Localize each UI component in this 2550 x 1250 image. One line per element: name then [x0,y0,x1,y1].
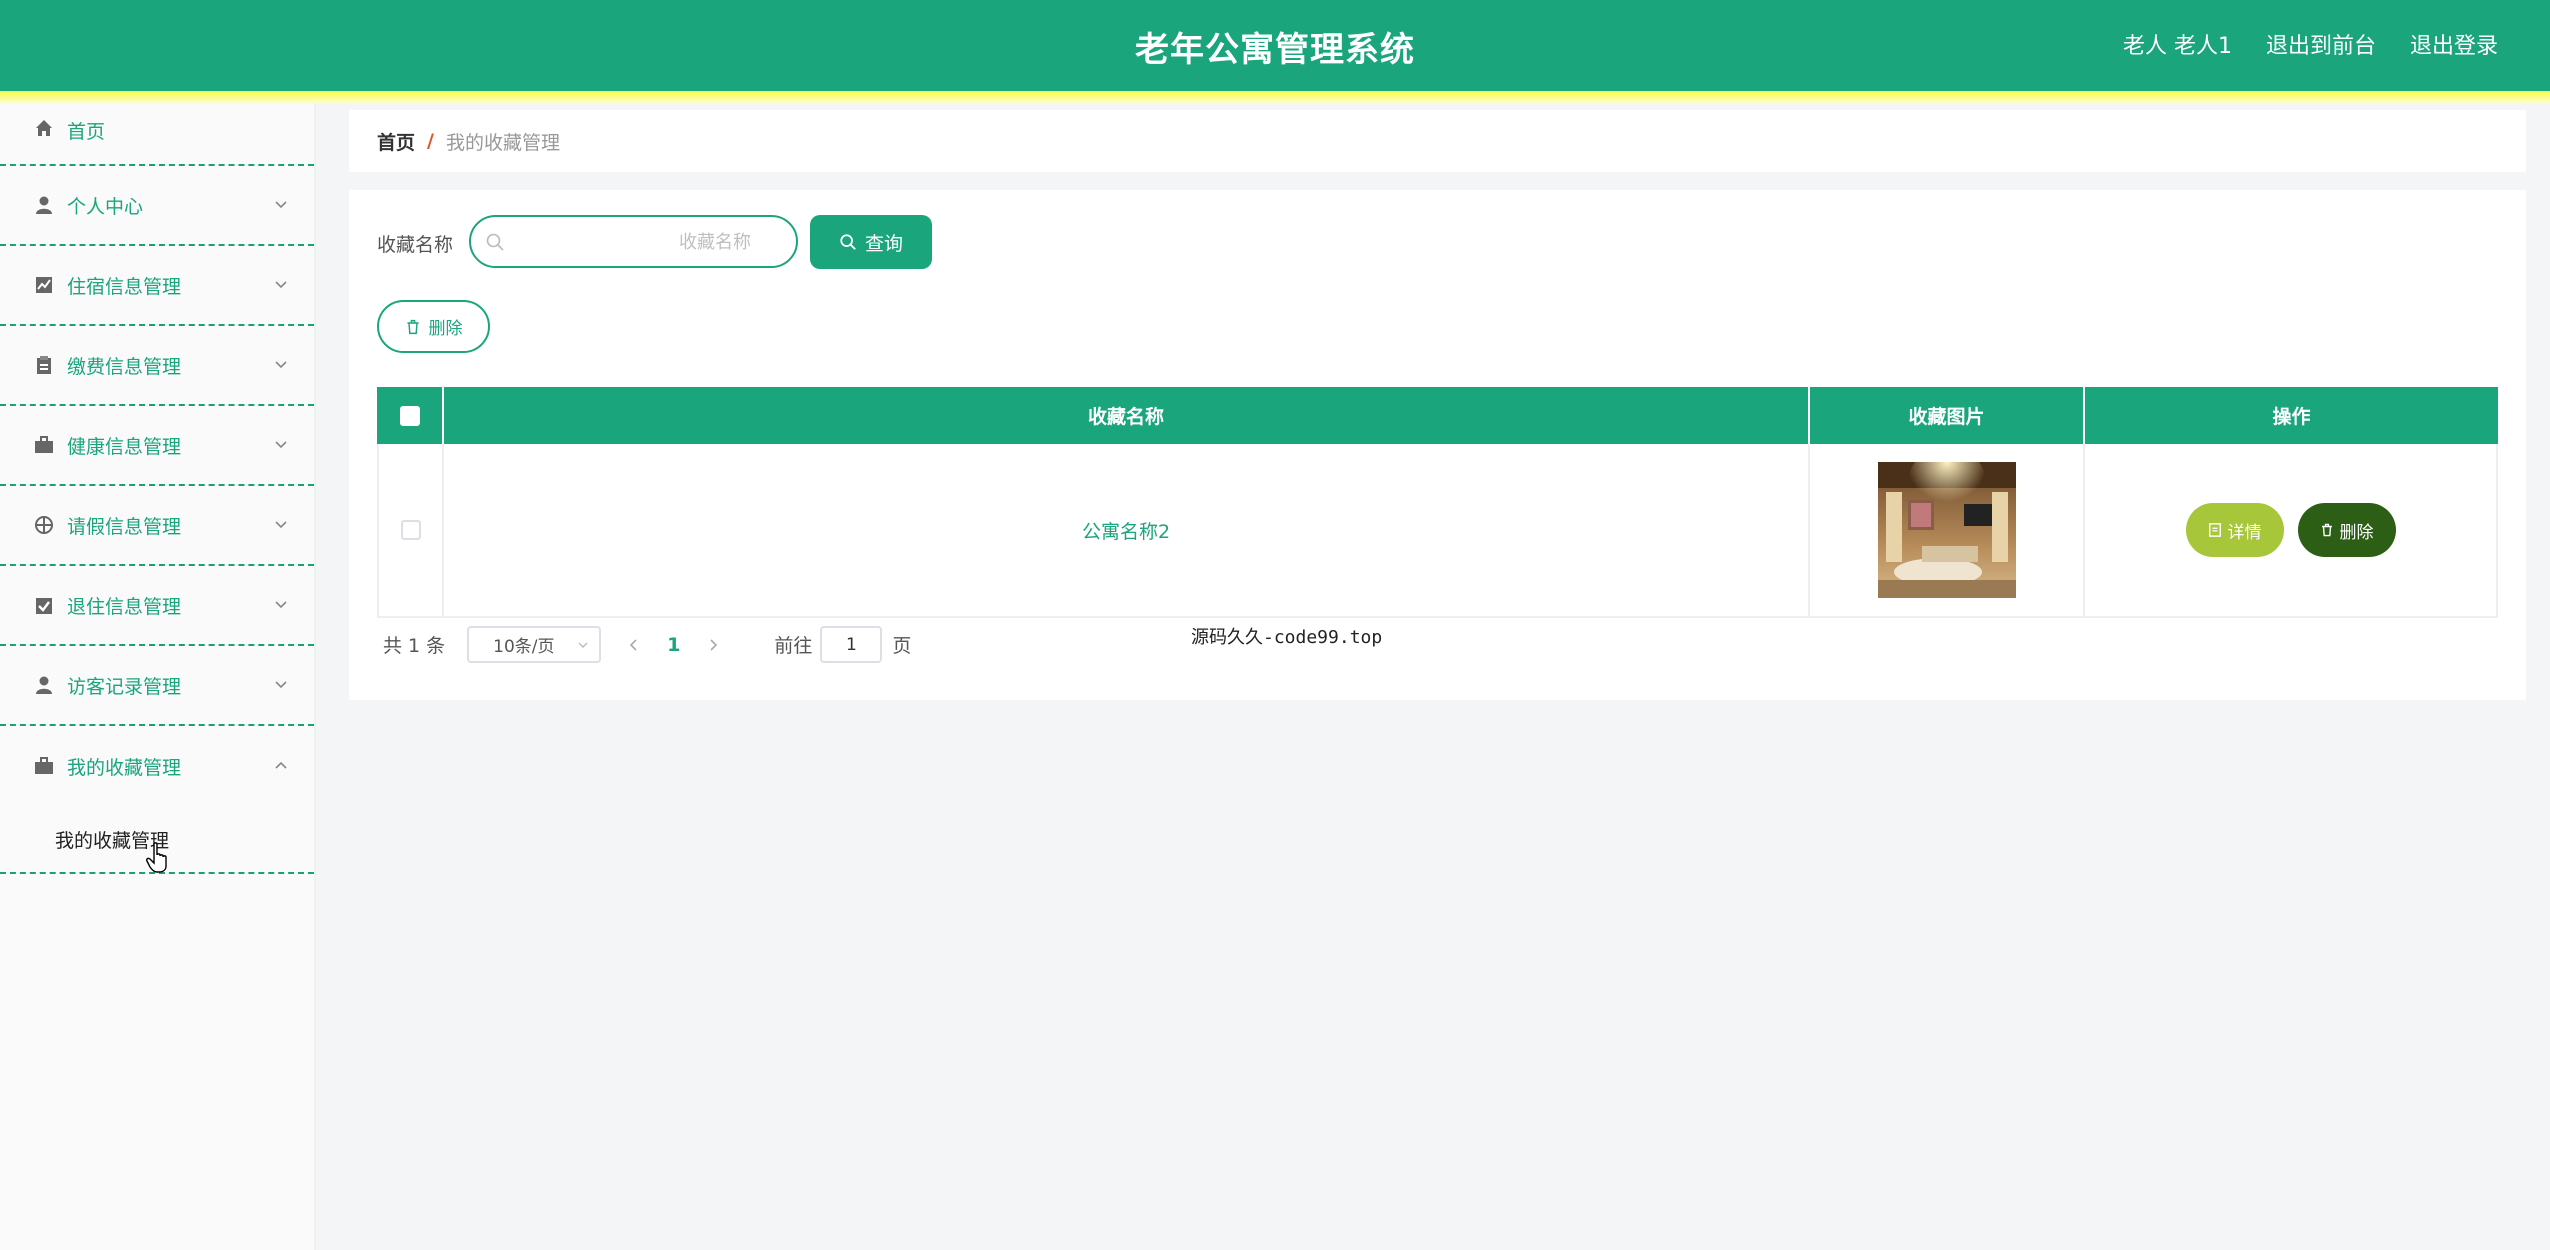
header-stripe [0,91,2550,103]
logout-link[interactable]: 退出登录 [2410,28,2498,60]
detail-button[interactable]: 详情 [2185,503,2284,557]
back-to-frontend-link[interactable]: 退出到前台 [2266,28,2376,60]
select-all-checkbox[interactable] [399,405,420,426]
sidebar-item-checkout[interactable]: 退住信息管理 [0,566,314,646]
sidebar-item-label: 住宿信息管理 [67,275,182,298]
total-count: 共 1 条 [383,635,446,657]
search-icon [486,233,504,251]
table-row: 公寓名称2 详情 删除 [377,444,2498,618]
actions-cell: 详情 删除 [2085,444,2498,616]
chevron-up-icon [275,761,287,769]
crosshair-icon [33,514,55,536]
checklist-icon [33,594,55,616]
next-page-icon[interactable] [706,638,720,652]
sidebar-item-lodging[interactable]: 住宿信息管理 [0,246,314,326]
column-header-image: 收藏图片 [1810,387,2085,444]
row-checkbox-cell [377,444,444,616]
sidebar-item-personal-center[interactable]: 个人中心 [0,166,314,246]
batch-delete-button[interactable]: 删除 [377,300,490,353]
sidebar-item-label: 退住信息管理 [67,595,182,618]
batch-delete-label: 删除 [428,319,463,339]
chevron-down-icon [275,361,287,369]
column-header-actions: 操作 [2272,406,2311,428]
breadcrumb-home[interactable]: 首页 [377,128,415,155]
sidebar-item-label: 首页 [67,121,106,143]
chevron-down-icon [275,441,287,449]
row-delete-button[interactable]: 删除 [2297,503,2396,557]
apartment-interior-photo[interactable] [1877,462,2016,598]
briefcase-icon [33,434,55,456]
goto-page-input[interactable] [820,626,883,663]
prev-page-icon[interactable] [627,638,641,652]
briefcase-icon [33,755,55,777]
sidebar: 首页 个人中心 住宿信息管理 缴费信息管理 健康信息管理 请假信息管理 退住信息… [0,103,316,1250]
content-card: 收藏名称 查询 删除 收藏名称 收藏图片 操作 公寓名称2 [349,190,2526,700]
sidebar-item-label: 我的收藏管理 [67,756,182,779]
breadcrumb: 首页 / 我的收藏管理 [349,110,2526,172]
hand-cursor-icon [146,842,167,873]
detail-button-label: 详情 [2227,522,2262,543]
sidebar-item-health[interactable]: 健康信息管理 [0,406,314,486]
goto-label: 前往 [774,635,813,657]
sidebar-item-home[interactable]: 首页 [0,103,314,166]
overlay-text: 源码久久-code99.top [1191,627,1383,648]
home-icon [33,117,55,139]
sidebar-item-label: 个人中心 [67,195,144,218]
sidebar-item-label: 访客记录管理 [67,675,182,698]
query-button[interactable]: 查询 [810,215,932,269]
sidebar-item-label: 缴费信息管理 [67,355,182,378]
search-label: 收藏名称 [377,234,454,256]
header-links: 老人 老人1 退出到前台 退出登录 [2123,28,2498,60]
query-button-label: 查询 [864,232,903,255]
chevron-down-icon [275,521,287,529]
trash-icon [2321,523,2332,537]
header-checkbox-cell [377,387,444,444]
chevron-down-icon [275,601,287,609]
user-label: 老人 老人1 [2122,34,2232,59]
favorites-table: 收藏名称 收藏图片 操作 公寓名称2 详情 删除 [377,387,2498,618]
chevron-down-icon [275,281,287,289]
clipboard-icon [33,354,55,376]
row-delete-label: 删除 [2339,522,2374,543]
table-header: 收藏名称 收藏图片 操作 [377,387,2498,444]
breadcrumb-current: 我的收藏管理 [445,131,560,154]
trash-icon [406,319,419,334]
search-input[interactable] [511,225,781,259]
page-size-select[interactable]: 10条/页 [467,626,602,663]
chart-icon [33,274,55,296]
chevron-down-icon [578,642,588,648]
sidebar-item-leave[interactable]: 请假信息管理 [0,486,314,566]
image-cell [1810,444,2085,616]
search-box [469,215,798,268]
sidebar-item-favorites[interactable]: 我的收藏管理 [0,726,314,806]
sidebar-item-payment[interactable]: 缴费信息管理 [0,326,314,406]
goto-suffix: 页 [892,635,912,657]
favorite-name: 公寓名称2 [1081,520,1171,543]
page-size-value: 10条/页 [493,637,555,657]
name-cell: 公寓名称2 [444,444,1810,616]
chevron-down-icon [275,201,287,209]
sidebar-item-visitors[interactable]: 访客记录管理 [0,646,314,726]
sidebar-item-label: 请假信息管理 [67,515,182,538]
column-header-name: 收藏名称 [444,387,1810,444]
top-header: 老年公寓管理系统 老人 老人1 退出到前台 退出登录 [0,0,2550,91]
document-icon [2208,523,2221,537]
chevron-down-icon [275,681,287,689]
pagination: 共 1 条 10条/页 1 前往 页 [383,626,911,663]
page-number[interactable]: 1 [667,634,680,656]
user-icon [33,674,55,696]
search-icon [840,234,856,250]
user-icon [33,194,55,216]
row-checkbox[interactable] [400,520,421,540]
sidebar-item-label: 健康信息管理 [67,435,182,458]
breadcrumb-separator: / [427,130,434,152]
